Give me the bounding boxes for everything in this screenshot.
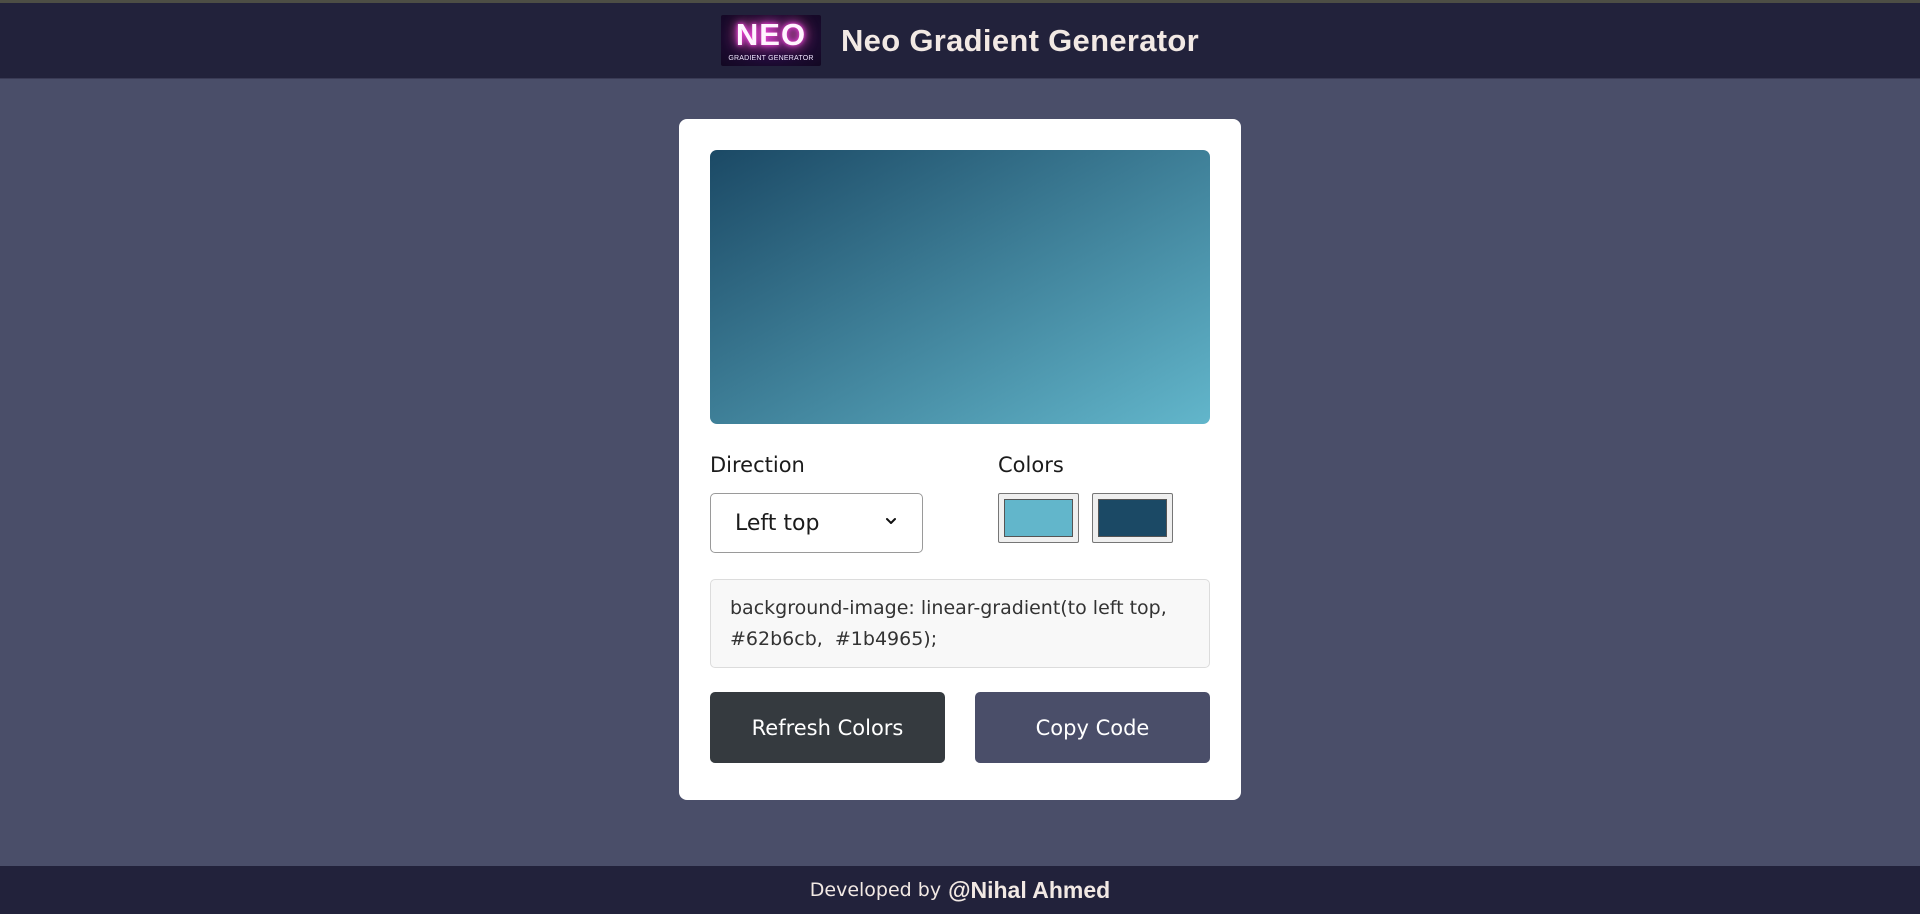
app-title: Neo Gradient Generator — [840, 22, 1199, 58]
color-picker-1[interactable] — [998, 493, 1079, 543]
logo-word: NEO — [735, 17, 807, 52]
direction-selected-value: Left top — [735, 510, 820, 536]
direction-label: Direction — [710, 453, 805, 477]
neo-logo: NEO GRADIENT GENERATOR — [720, 15, 821, 66]
color-swatch-1 — [1004, 499, 1073, 537]
footer-credit-text: Developed by — [809, 879, 942, 901]
gradient-preview — [710, 150, 1210, 424]
app-footer: Developed by @Nihal Ahmed — [0, 866, 1920, 914]
color-picker-2[interactable] — [1092, 493, 1173, 543]
chevron-down-icon — [886, 518, 896, 524]
app-header: NEO GRADIENT GENERATOR Neo Gradient Gene… — [0, 3, 1920, 79]
footer-author-link[interactable]: @Nihal Ahmed — [948, 877, 1110, 904]
generator-card: Direction Colors Left top background-ima… — [679, 119, 1241, 800]
refresh-colors-button[interactable]: Refresh Colors — [710, 692, 945, 763]
colors-label: Colors — [998, 453, 1064, 477]
direction-select[interactable]: Left top — [710, 493, 923, 553]
copy-code-button[interactable]: Copy Code — [975, 692, 1210, 763]
logo-subtitle: GRADIENT GENERATOR — [728, 55, 814, 62]
color-swatch-2 — [1098, 499, 1167, 537]
gradient-code-output[interactable]: background-image: linear-gradient(to lef… — [710, 579, 1210, 668]
